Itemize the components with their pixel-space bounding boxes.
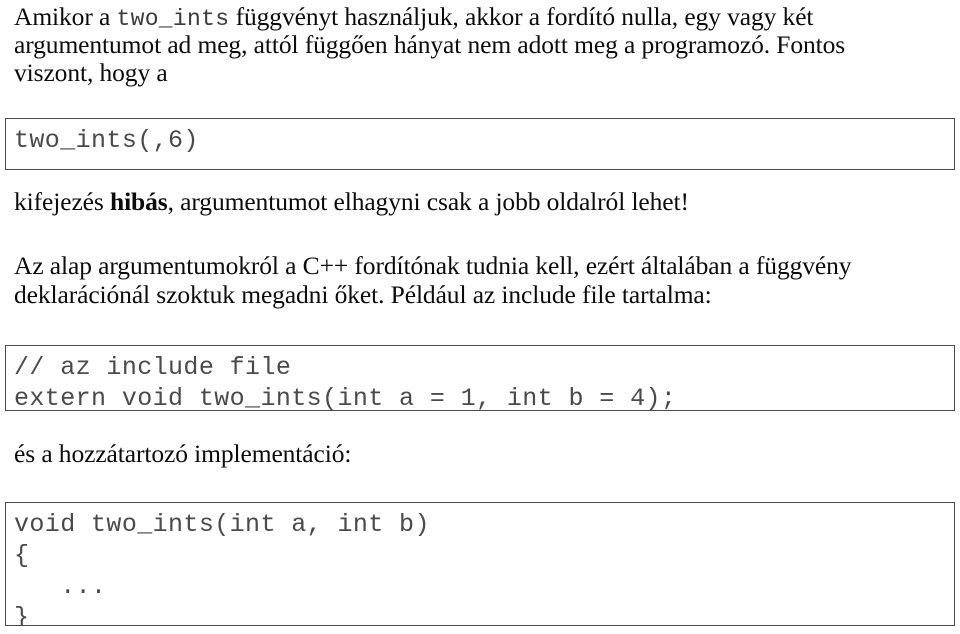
code-line: ...	[14, 572, 107, 601]
code-block-call-example: two_ints(,6)	[5, 118, 955, 170]
paragraph-default-args-line-2: deklarációnál szoktuk megadni őket. Péld…	[0, 281, 960, 309]
document-page: Amikor a two_ints függvényt használjuk, …	[0, 0, 960, 634]
paragraph-error-suffix: , argumentumot elhagyni csak a jobb olda…	[167, 187, 689, 216]
paragraph-default-args-line-2-wrap: deklarációnál szoktuk megadni őket. Péld…	[0, 281, 960, 309]
code-line: void two_ints(int a, int b)	[14, 510, 430, 539]
paragraph-intro-line-3: viszont, hogy a	[0, 59, 960, 87]
paragraph-default-args-line-1-text: Az alap argumentumokról a C++ fordítónak…	[14, 251, 852, 280]
paragraph-intro-line-2-wrap: argumentumot ad meg, attól függően hánya…	[0, 31, 960, 59]
paragraph-implementation-intro: és a hozzátartozó implementáció:	[0, 440, 960, 468]
code-line: }	[14, 603, 30, 626]
paragraph-intro-line-3-text: viszont, hogy a	[14, 58, 168, 87]
paragraph-error-note-line: kifejezés hibás, argumentumot elhagyni c…	[0, 188, 960, 216]
paragraph-intro-line-2: argumentumot ad meg, attól függően hánya…	[0, 31, 960, 59]
paragraph-intro-text-after-code: függvényt használjuk, akkor a fordító nu…	[229, 2, 814, 31]
paragraph-intro-line-1: Amikor a two_ints függvényt használjuk, …	[0, 3, 960, 33]
paragraph-intro-line-3-wrap: viszont, hogy a	[0, 59, 960, 87]
code-line: two_ints(,6)	[14, 126, 199, 155]
paragraph-default-args-line-1-wrap: Az alap argumentumokról a C++ fordítónak…	[0, 252, 960, 280]
code-block-include-declaration: // az include file extern void two_ints(…	[5, 345, 955, 411]
code-line: extern void two_ints(int a = 1, int b = …	[14, 384, 677, 411]
paragraph-error-prefix: kifejezés	[14, 187, 110, 216]
paragraph-intro: Amikor a two_ints függvényt használjuk, …	[0, 3, 960, 33]
paragraph-error-note: kifejezés hibás, argumentumot elhagyni c…	[0, 188, 960, 216]
inline-code-two-ints: two_ints	[116, 6, 230, 32]
paragraph-error-bold-word: hibás	[109, 187, 168, 216]
code-block-implementation: void two_ints(int a, int b) { ... }	[5, 502, 955, 626]
paragraph-default-args-line-1: Az alap argumentumokról a C++ fordítónak…	[0, 252, 960, 280]
paragraph-intro-text-before-code: Amikor a	[14, 2, 117, 31]
code-line: {	[14, 541, 30, 570]
paragraph-default-args-line-2-text: deklarációnál szoktuk megadni őket. Péld…	[14, 280, 712, 309]
paragraph-implementation-intro-text: és a hozzátartozó implementáció:	[14, 439, 352, 468]
paragraph-implementation-intro-line: és a hozzátartozó implementáció:	[0, 440, 960, 468]
paragraph-intro-line-2-text: argumentumot ad meg, attól függően hánya…	[14, 30, 846, 59]
code-line: // az include file	[14, 353, 292, 382]
